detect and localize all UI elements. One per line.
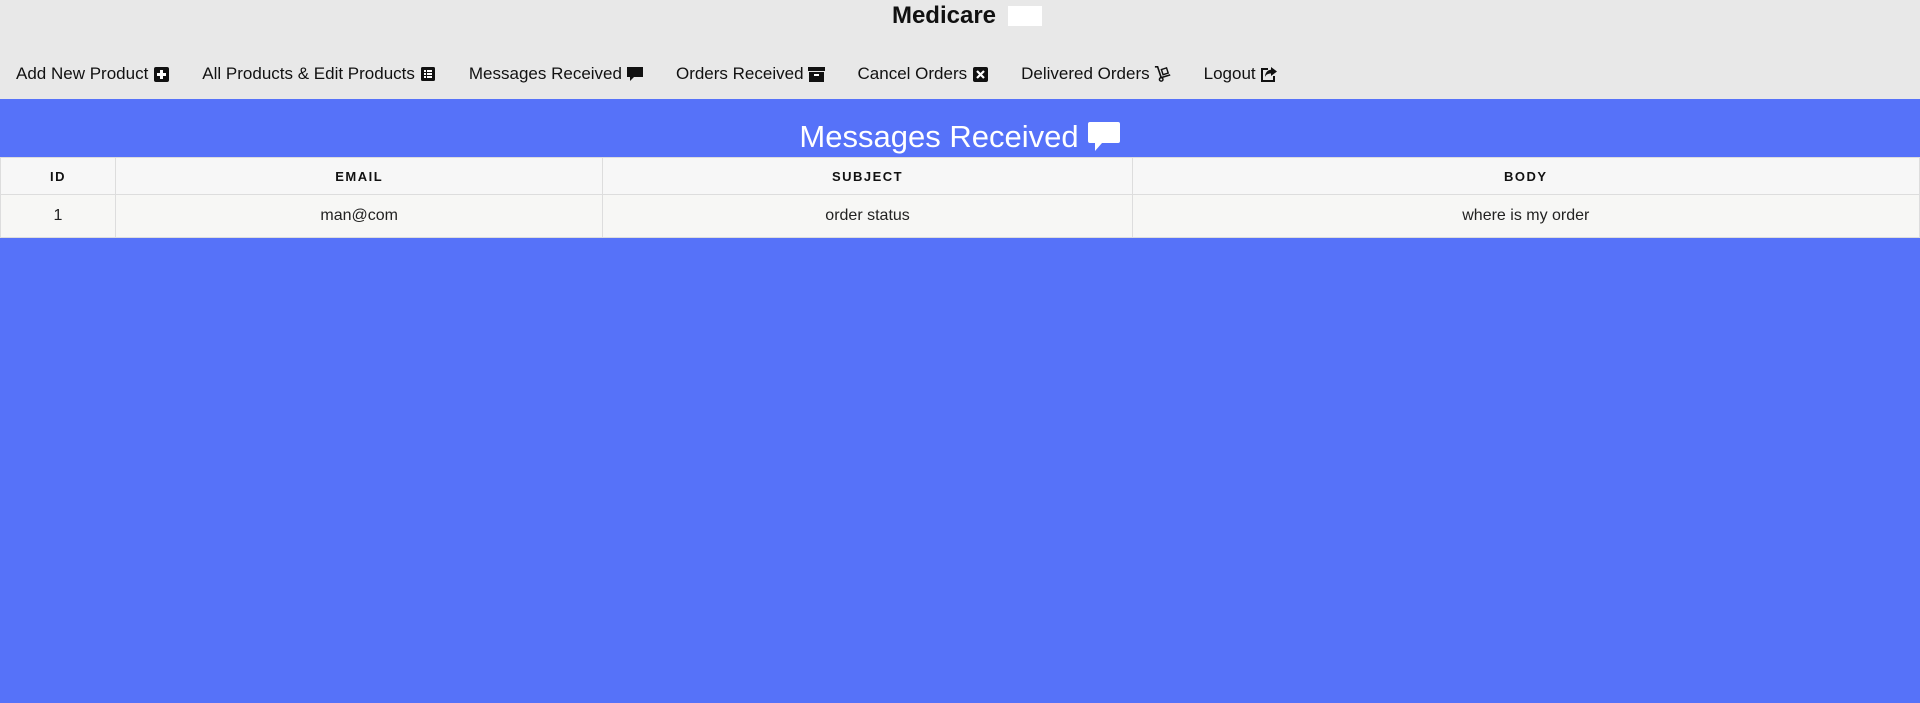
cell-id: 1 xyxy=(0,194,116,238)
nav-label: Cancel Orders xyxy=(857,64,968,83)
nav-cancel-orders[interactable]: Cancel Orders xyxy=(858,64,990,84)
cell-subject: order status xyxy=(602,194,1133,238)
comment-icon xyxy=(626,65,644,83)
nav-label: Messages Received xyxy=(468,64,622,83)
brand: Medicare xyxy=(0,0,1920,32)
app-title: Medicare xyxy=(891,2,997,29)
messages-table: ID EMAIL SUBJECT BODY 1 man@com order st… xyxy=(0,157,1920,238)
plus-square-icon xyxy=(152,65,170,83)
nav-label: All Products & Edit Products xyxy=(202,64,415,83)
archive-icon xyxy=(808,65,826,83)
nav-logout[interactable]: Logout xyxy=(1204,64,1278,84)
column-header-body: BODY xyxy=(1131,157,1920,195)
share-square-icon xyxy=(1260,65,1278,83)
nav-all-products[interactable]: All Products & Edit Products xyxy=(202,64,437,84)
nav-label: Add New Product xyxy=(16,64,149,83)
main-nav: Add New Product All Products & Edit Prod… xyxy=(16,60,1310,88)
page-title-text: Messages Received xyxy=(799,119,1079,154)
nav-messages-received[interactable]: Messages Received xyxy=(469,64,644,84)
top-bar: Medicare Add New Product All Products & … xyxy=(0,0,1920,99)
nav-add-new-product[interactable]: Add New Product xyxy=(16,64,170,84)
list-alt-icon xyxy=(419,65,437,83)
hand-truck-icon xyxy=(1154,65,1172,83)
page-title: Messages Received xyxy=(0,114,1920,160)
table-row: 1 man@com order status where is my order xyxy=(0,194,1920,238)
comment-icon xyxy=(1087,121,1121,153)
logo-image xyxy=(1008,6,1043,26)
nav-orders-received[interactable]: Orders Received xyxy=(676,64,826,84)
column-header-id: ID xyxy=(0,157,116,195)
nav-delivered-orders[interactable]: Delivered Orders xyxy=(1021,64,1172,84)
cell-email: man@com xyxy=(114,194,604,238)
close-square-icon xyxy=(971,65,989,83)
nav-label: Orders Received xyxy=(675,64,804,83)
column-header-subject: SUBJECT xyxy=(602,157,1133,195)
table-header-row: ID EMAIL SUBJECT BODY xyxy=(0,157,1920,195)
column-header-email: EMAIL xyxy=(114,157,604,195)
cell-body: where is my order xyxy=(1131,194,1920,238)
nav-label: Logout xyxy=(1203,64,1256,83)
nav-label: Delivered Orders xyxy=(1021,64,1150,83)
